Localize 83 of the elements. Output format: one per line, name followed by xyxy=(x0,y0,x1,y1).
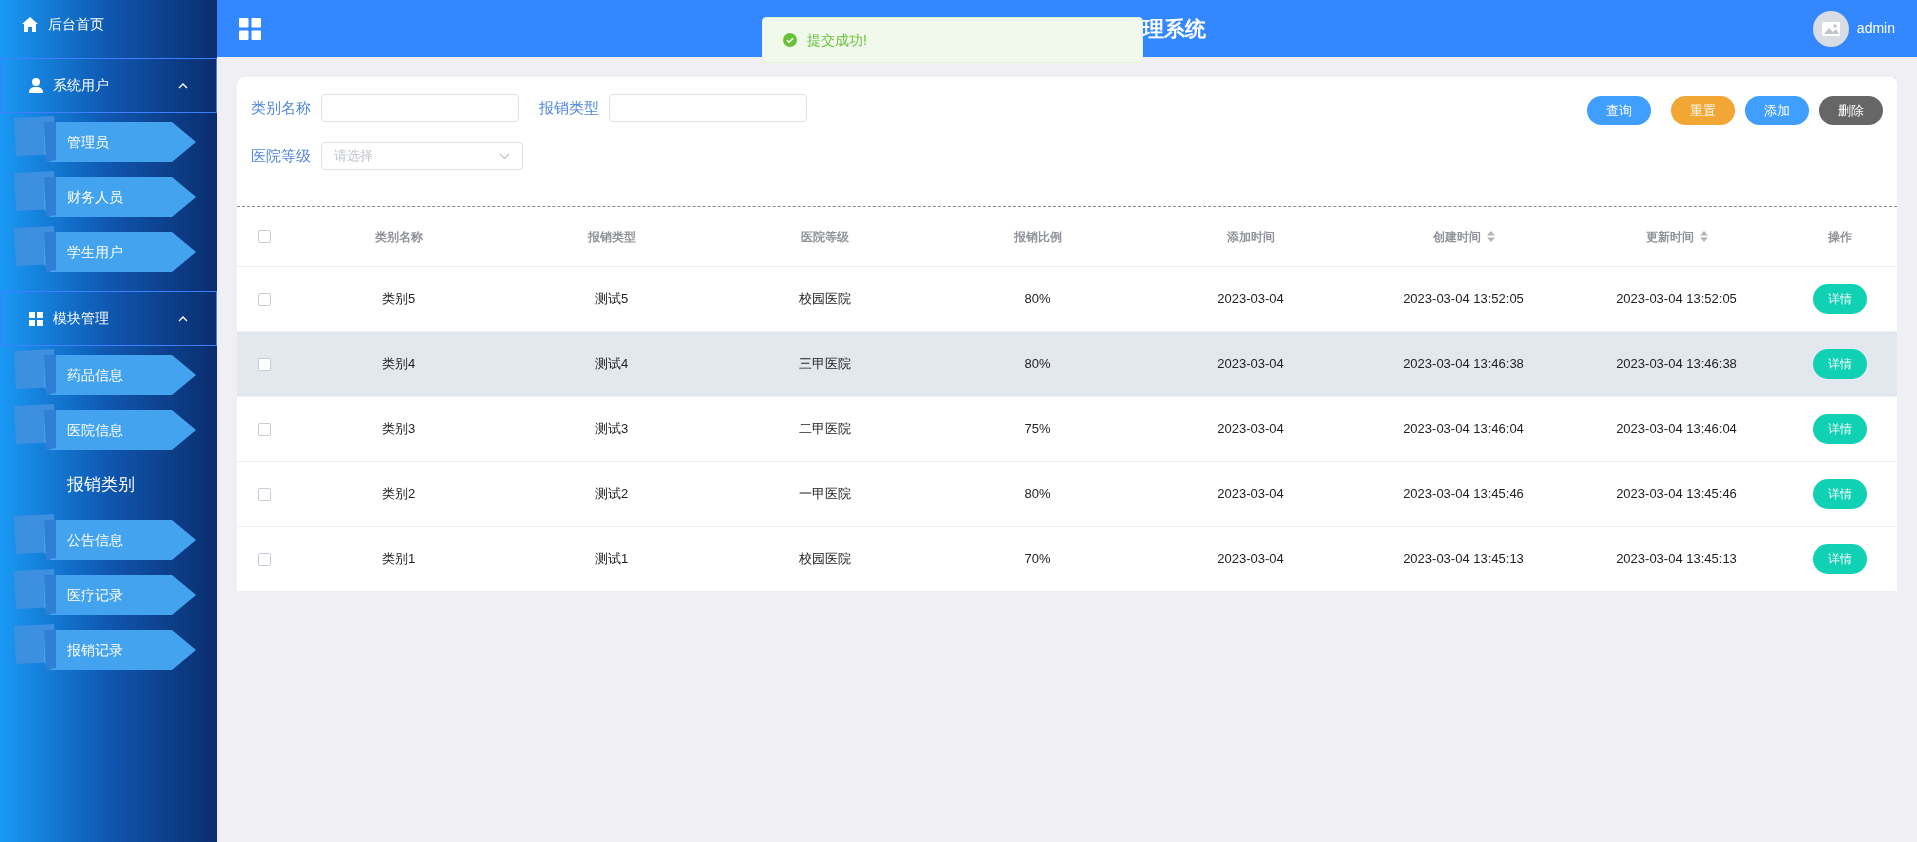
detail-button[interactable]: 详情 xyxy=(1813,544,1867,574)
table-cell-text: 2023-03-04 13:46:04 xyxy=(1403,420,1524,439)
table-cell-text: 测试5 xyxy=(594,290,629,309)
table-cell-text: 2023-03-04 13:45:13 xyxy=(1616,550,1737,569)
table-cell-text: 2023-03-04 13:46:38 xyxy=(1403,355,1524,374)
table-cell-text: 2023-03-04 13:46:38 xyxy=(1616,355,1737,374)
menu-grid-icon[interactable] xyxy=(239,17,261,40)
user-icon xyxy=(29,78,43,93)
home-icon xyxy=(22,16,38,32)
table-cell-text: 80% xyxy=(1024,355,1051,374)
detail-button[interactable]: 详情 xyxy=(1813,349,1867,379)
table-cell-text: 一甲医院 xyxy=(798,485,851,504)
sidebar-item[interactable]: 报销类别 xyxy=(0,457,200,512)
filter-label: 医院等级 xyxy=(251,145,311,166)
checkbox[interactable] xyxy=(258,357,271,371)
sort-icon[interactable] xyxy=(1486,231,1495,242)
column-header: 医院等级 xyxy=(800,228,849,246)
table-cell-text: 类别5 xyxy=(381,290,416,309)
column-header[interactable]: 更新时间 xyxy=(1645,227,1708,246)
table-cell-text: 2023-03-04 13:45:46 xyxy=(1616,485,1737,504)
menu-group-header[interactable]: 模块管理 xyxy=(0,291,217,346)
table-cell-text: 70% xyxy=(1024,550,1051,569)
table-cell-text: 2023-03-04 13:52:05 xyxy=(1403,290,1524,309)
caret-icon xyxy=(178,315,188,322)
toast-message: 提交成功! xyxy=(807,30,867,50)
table-cell-text: 测试4 xyxy=(594,355,629,374)
table-cell-text: 类别4 xyxy=(381,355,416,374)
column-header[interactable]: 创建时间 xyxy=(1432,227,1495,246)
text-field[interactable] xyxy=(609,94,807,122)
menu-group-header[interactable]: 系统用户 xyxy=(0,58,217,113)
checkbox[interactable] xyxy=(258,487,271,501)
detail-button[interactable]: 详情 xyxy=(1813,284,1867,314)
table-cell-text: 2023-03-04 xyxy=(1217,550,1284,569)
table-cell-text: 2023-03-04 13:45:13 xyxy=(1403,550,1524,569)
column-header: 添加时间 xyxy=(1226,228,1275,246)
table-cell-text: 2023-03-04 xyxy=(1217,420,1284,439)
check-circle-icon xyxy=(783,33,797,47)
filter-label: 类别名称 xyxy=(251,97,311,118)
checkbox[interactable] xyxy=(258,292,271,306)
table-cell-text: 2023-03-04 13:46:04 xyxy=(1616,420,1737,439)
column-header: 报销类型 xyxy=(587,228,636,246)
checkbox[interactable] xyxy=(258,552,271,566)
filter-label: 报销类型 xyxy=(539,97,599,118)
home-link[interactable]: 后台首页 xyxy=(48,13,104,35)
table-cell-text: 2023-03-04 xyxy=(1217,485,1284,504)
username[interactable]: admin xyxy=(1856,18,1895,39)
detail-button[interactable]: 详情 xyxy=(1813,414,1867,444)
select-field[interactable]: 请选择 xyxy=(321,142,523,170)
table-cell-text: 类别2 xyxy=(381,485,416,504)
table-cell-text: 测试2 xyxy=(594,485,629,504)
grid-icon xyxy=(29,311,43,326)
action-button[interactable]: 删除 xyxy=(1819,96,1883,125)
table-cell-text: 2023-03-04 13:45:46 xyxy=(1403,485,1524,504)
system-title: 理系统 xyxy=(1143,16,1206,42)
action-button[interactable]: 重置 xyxy=(1671,96,1735,125)
column-header: 操作 xyxy=(1828,228,1852,246)
table-cell-text: 80% xyxy=(1024,290,1051,309)
caret-icon xyxy=(178,82,188,89)
action-button[interactable]: 添加 xyxy=(1745,96,1809,125)
table-cell-text: 75% xyxy=(1024,420,1051,439)
table-cell-text: 2023-03-04 xyxy=(1217,290,1284,309)
table-cell-text: 校园医院 xyxy=(798,550,851,569)
checkbox[interactable] xyxy=(258,230,271,243)
table-row[interactable]: 类别4 测试4 三甲医院 80% 2023-03-04 2023-03-04 13:46:38 2023-03-04 13:46:38 详情 xyxy=(237,332,1897,397)
avatar-image-icon[interactable] xyxy=(1812,10,1849,47)
table-cell-text: 二甲医院 xyxy=(798,420,851,439)
sort-icon[interactable] xyxy=(1699,231,1708,242)
chevron-down-icon xyxy=(499,152,510,160)
table-cell-text: 2023-03-04 13:52:05 xyxy=(1616,290,1737,309)
table-cell-text: 校园医院 xyxy=(798,290,851,309)
text-field[interactable] xyxy=(321,94,519,122)
table-cell-text: 2023-03-04 xyxy=(1217,355,1284,374)
column-header: 报销比例 xyxy=(1013,228,1062,246)
table-cell-text: 类别1 xyxy=(381,550,416,569)
column-header: 类别名称 xyxy=(374,228,423,246)
table-cell-text: 测试3 xyxy=(594,420,629,439)
detail-button[interactable]: 详情 xyxy=(1813,479,1867,509)
table-cell-text: 测试1 xyxy=(594,550,629,569)
action-button[interactable]: 查询 xyxy=(1587,96,1651,125)
table-cell-text: 三甲医院 xyxy=(798,355,851,374)
table-cell-text: 类别3 xyxy=(381,420,416,439)
table-cell-text: 80% xyxy=(1024,485,1051,504)
checkbox[interactable] xyxy=(258,422,271,436)
